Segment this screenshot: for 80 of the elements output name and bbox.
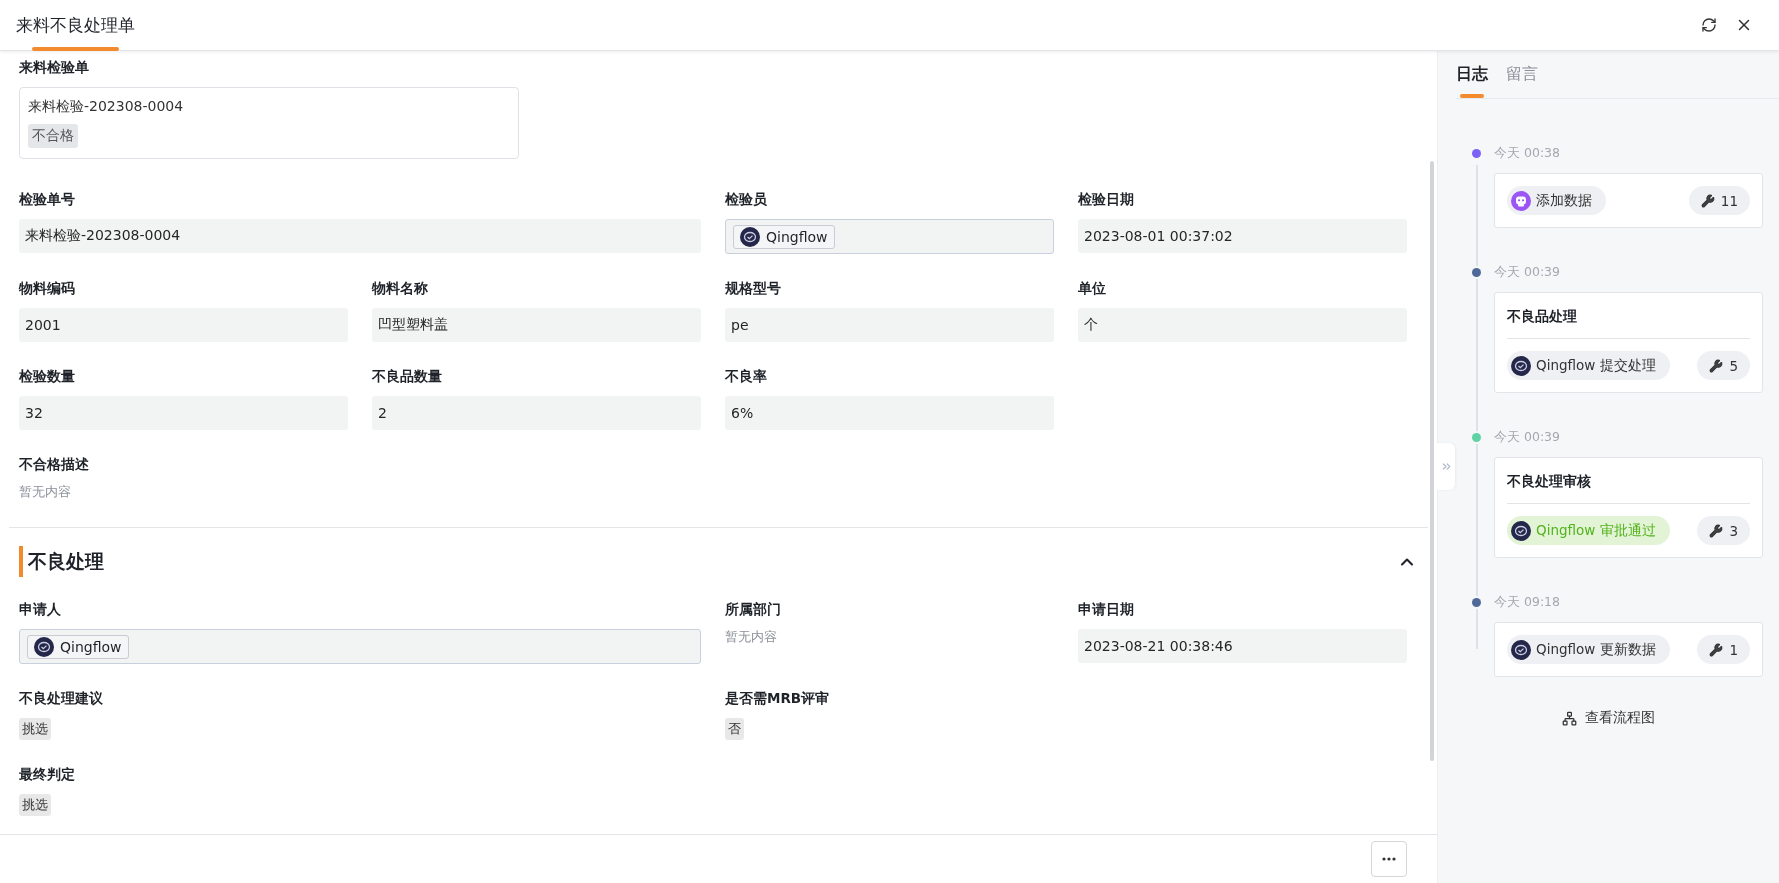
action-text: Qingflow 审批通过 bbox=[1536, 521, 1656, 540]
status-tag: 不合格 bbox=[28, 124, 78, 148]
option-tag: 挑选 bbox=[19, 794, 51, 816]
change-count[interactable]: 11 bbox=[1688, 186, 1750, 215]
action-text: Qingflow 提交处理 bbox=[1536, 356, 1656, 375]
field-label: 不良处理建议 bbox=[19, 690, 104, 708]
log-time: 今天 00:38 bbox=[1494, 145, 1561, 162]
field-label: 物料名称 bbox=[372, 280, 429, 298]
log-card[interactable]: 不良处理审核 Qingflow 审批通过 3 bbox=[1494, 457, 1763, 558]
value-field: 2023-08-21 00:38:46 bbox=[1078, 629, 1407, 663]
avatar-icon bbox=[34, 636, 54, 657]
field-label: 来料检验单 bbox=[19, 59, 90, 77]
reference-code: 来料检验-202308-0004 bbox=[28, 98, 184, 116]
field-label: 申请日期 bbox=[1078, 601, 1135, 619]
form-title-tab[interactable]: 来料不良处理单 bbox=[16, 0, 135, 51]
count-text: 3 bbox=[1729, 522, 1738, 539]
value-field: 个 bbox=[1078, 308, 1407, 342]
value-field: pe bbox=[725, 308, 1054, 342]
avatar-icon bbox=[740, 226, 760, 247]
scrollbar[interactable] bbox=[1430, 161, 1434, 761]
change-count[interactable]: 5 bbox=[1697, 351, 1750, 380]
empty-value: 暂无内容 bbox=[725, 629, 778, 646]
wrench-icon bbox=[1709, 358, 1724, 373]
field-label: 不合格描述 bbox=[19, 456, 90, 474]
avatar-icon bbox=[1511, 355, 1531, 376]
log-title: 不良品处理 bbox=[1507, 305, 1750, 339]
log-time: 今天 00:39 bbox=[1494, 264, 1561, 281]
flowchart-icon bbox=[1562, 710, 1577, 726]
field-label: 申请人 bbox=[19, 601, 62, 619]
field-label: 所属部门 bbox=[725, 601, 782, 619]
user-name: Qingflow bbox=[766, 228, 828, 245]
robot-icon bbox=[1511, 190, 1531, 211]
count-text: 1 bbox=[1729, 641, 1738, 658]
panel-toggle[interactable] bbox=[1437, 443, 1455, 490]
change-count[interactable]: 3 bbox=[1697, 516, 1750, 545]
more-icon bbox=[1382, 857, 1396, 861]
field-label: 检验单号 bbox=[19, 191, 76, 209]
value-field: 2023-08-01 00:37:02 bbox=[1078, 219, 1407, 253]
reference-card[interactable]: 来料检验-202308-0004 不合格 bbox=[19, 87, 519, 159]
empty-value: 暂无内容 bbox=[19, 484, 72, 501]
user-name: Qingflow bbox=[60, 638, 122, 655]
value-field: 32 bbox=[19, 396, 348, 430]
flow-chart-link[interactable]: 查看流程图 bbox=[1562, 709, 1655, 727]
wrench-icon bbox=[1709, 523, 1724, 538]
avatar-icon bbox=[1511, 639, 1531, 660]
field-label: 检验数量 bbox=[19, 368, 76, 386]
value-field: 2 bbox=[372, 396, 701, 430]
section-title: 不良处理 bbox=[19, 546, 104, 577]
log-card[interactable]: 不良品处理 Qingflow 提交处理 5 bbox=[1494, 292, 1763, 393]
field-label: 单位 bbox=[1078, 280, 1107, 298]
count-text: 11 bbox=[1720, 192, 1738, 209]
log-title: 不良处理审核 bbox=[1507, 470, 1750, 504]
log-time: 今天 00:39 bbox=[1494, 429, 1561, 446]
option-tag: 否 bbox=[725, 718, 744, 740]
field-label: 不良品数量 bbox=[372, 368, 443, 386]
option-tag: 挑选 bbox=[19, 718, 51, 740]
change-count[interactable]: 1 bbox=[1697, 635, 1750, 664]
wrench-icon bbox=[1709, 642, 1724, 657]
field-label: 物料编码 bbox=[19, 280, 76, 298]
refresh-icon[interactable] bbox=[1701, 17, 1717, 33]
wrench-icon bbox=[1700, 193, 1715, 208]
field-label: 是否需MRB评审 bbox=[725, 690, 831, 708]
field-label: 最终判定 bbox=[19, 766, 76, 784]
action-text: 添加数据 bbox=[1536, 191, 1592, 210]
value-field: 凹型塑料盖 bbox=[372, 308, 701, 342]
value-field: 6% bbox=[725, 396, 1054, 430]
action-text: Qingflow 更新数据 bbox=[1536, 640, 1656, 659]
panel-tab[interactable]: 日志 bbox=[1456, 51, 1488, 98]
field-label: 检验日期 bbox=[1078, 191, 1135, 209]
field-label: 规格型号 bbox=[725, 280, 782, 298]
log-card[interactable]: 添加数据 11 bbox=[1494, 173, 1763, 228]
field-label: 不良率 bbox=[725, 368, 768, 386]
count-text: 5 bbox=[1729, 357, 1738, 374]
log-time: 今天 09:18 bbox=[1494, 594, 1561, 611]
log-card[interactable]: Qingflow 更新数据 1 bbox=[1494, 622, 1763, 677]
field-label: 检验员 bbox=[725, 191, 768, 209]
value-field: 来料检验-202308-0004 bbox=[19, 219, 701, 253]
avatar-icon bbox=[1511, 520, 1531, 541]
flow-link-text: 查看流程图 bbox=[1585, 709, 1655, 727]
value-field: 2001 bbox=[19, 308, 348, 342]
